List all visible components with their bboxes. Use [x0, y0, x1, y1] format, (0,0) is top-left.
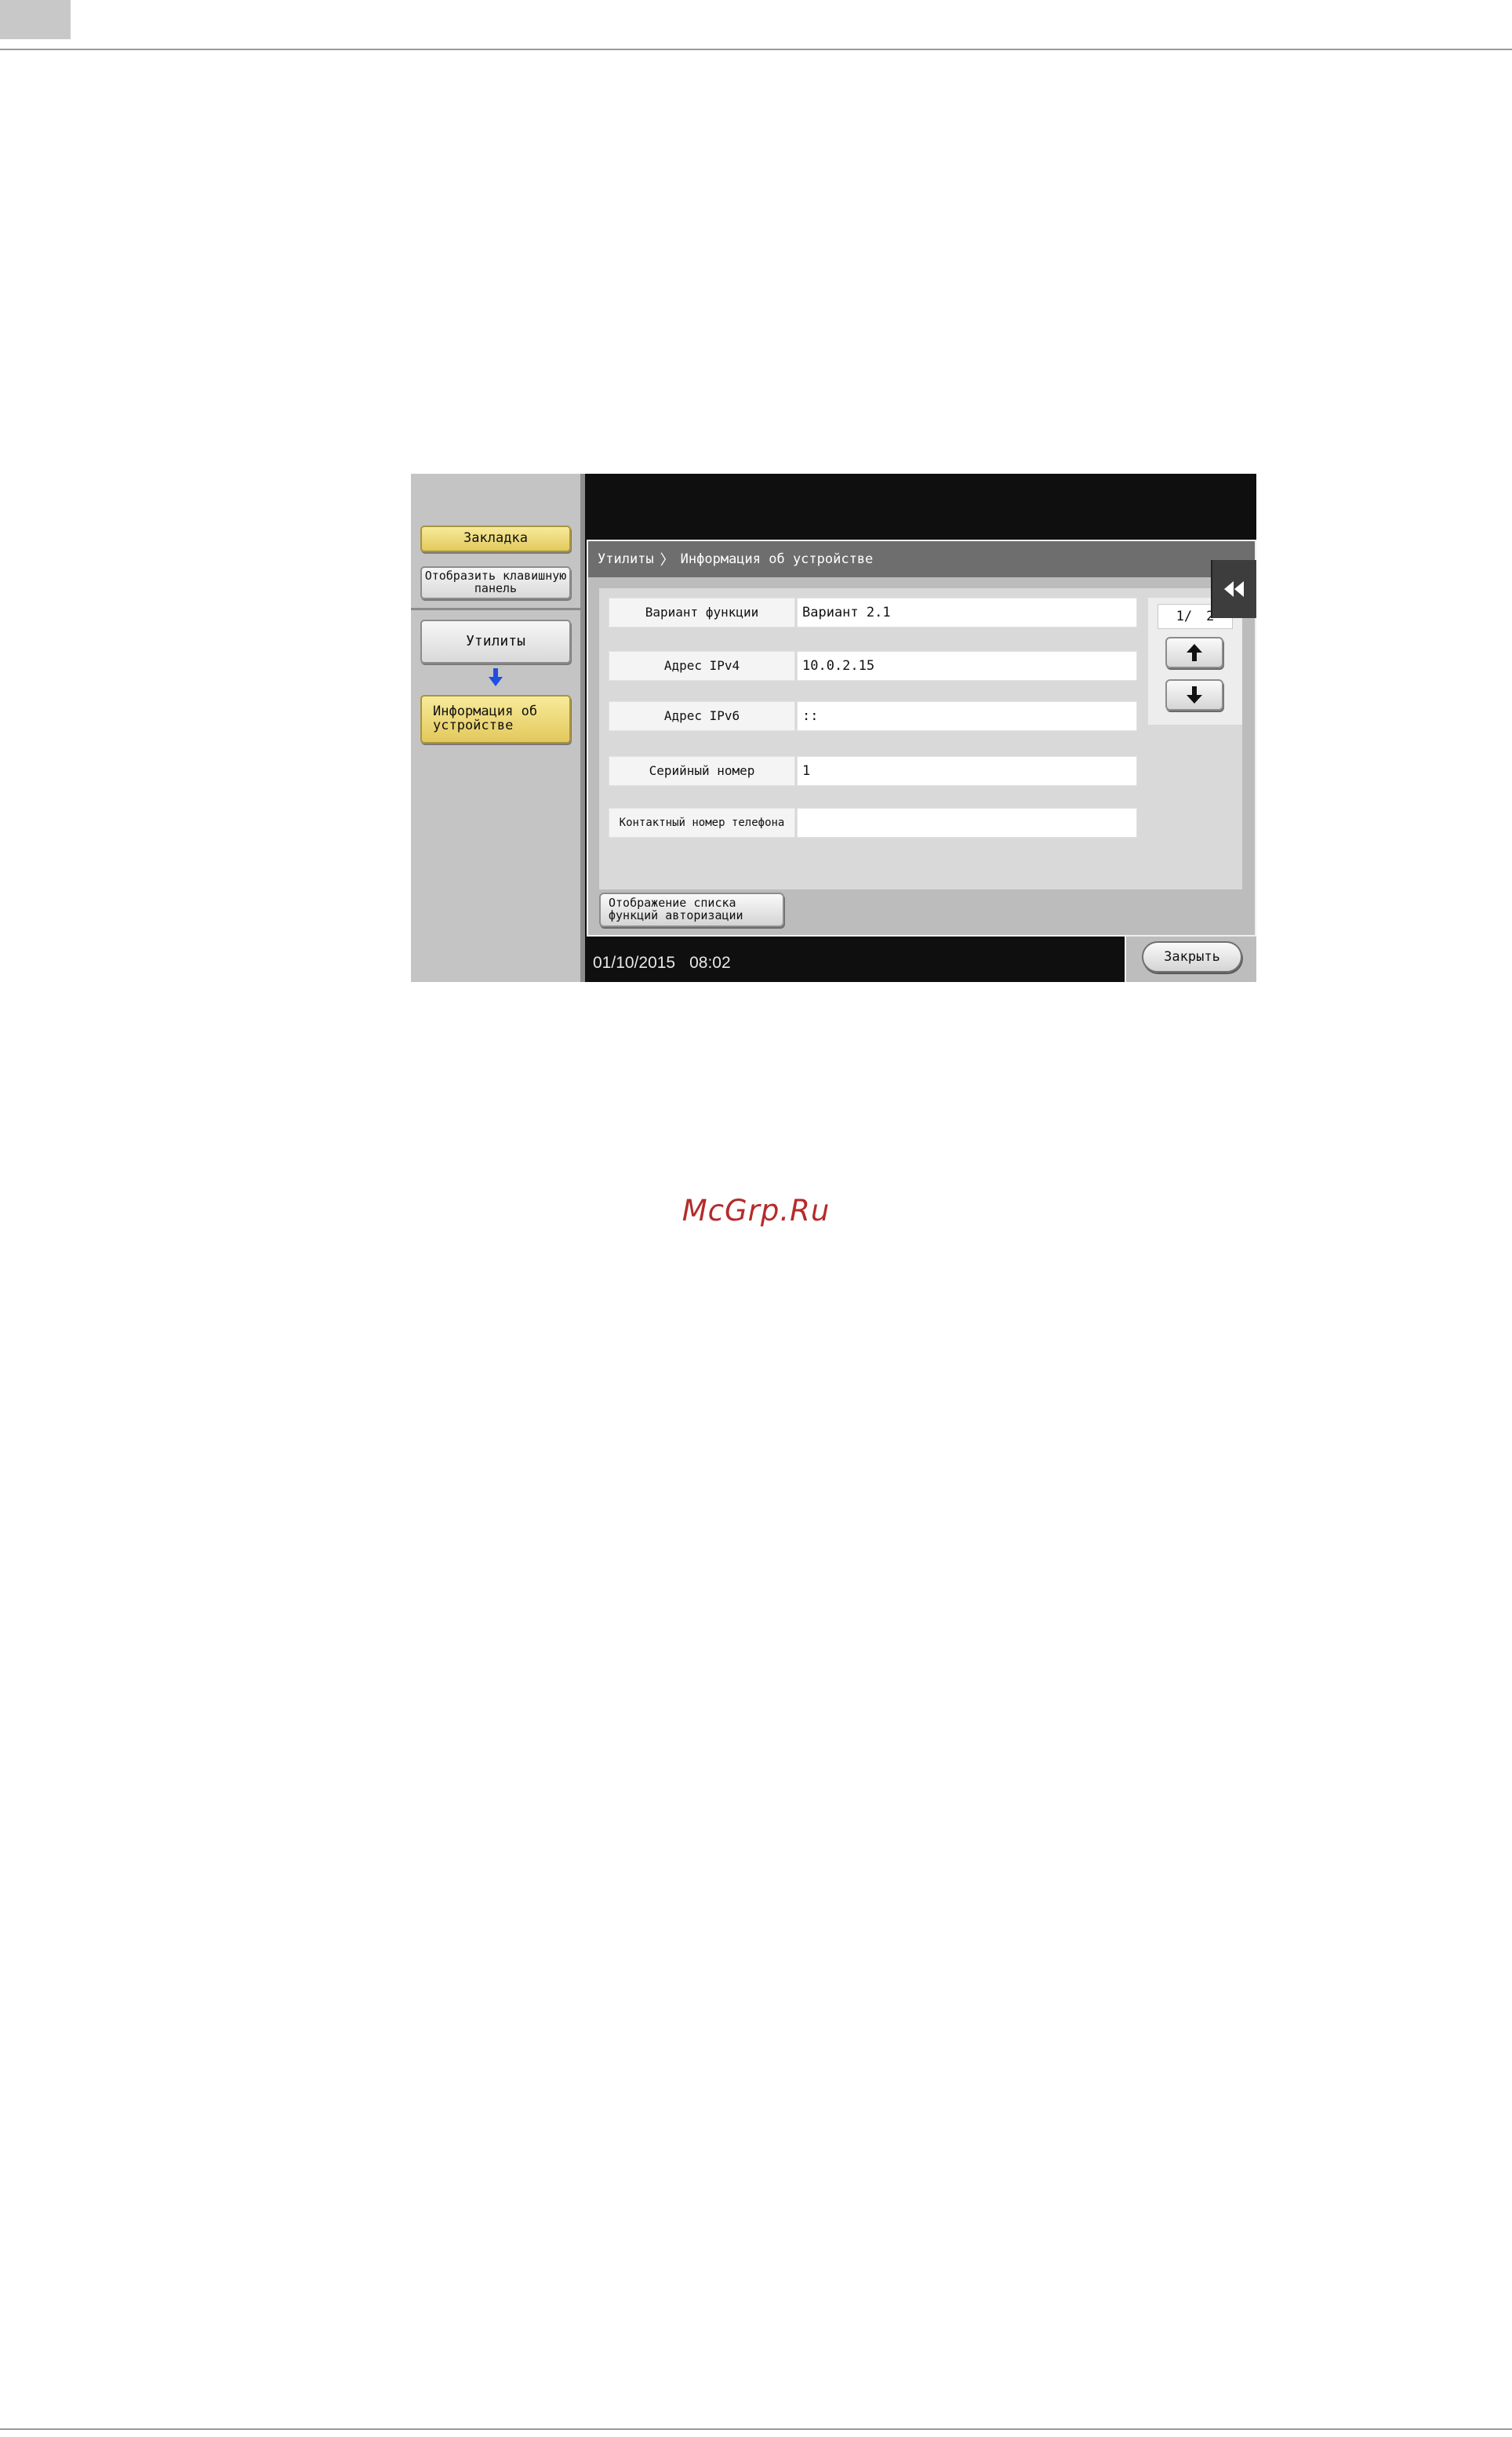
- info-row-value: Вариант 2.1: [797, 598, 1137, 627]
- collapse-panel-button[interactable]: [1211, 560, 1256, 618]
- content-frame: Утилиты 〉 Информация об устройстве Вариа…: [587, 540, 1256, 937]
- double-chevron-left-icon: [1224, 581, 1244, 597]
- breadcrumb-current: Информация об устройстве: [680, 551, 874, 567]
- status-time: 08:02: [689, 954, 731, 972]
- arrow-down-icon: [489, 668, 503, 686]
- left-column: Закладка Отобразить клавишную панель Ути…: [411, 474, 580, 982]
- header-rule: [0, 49, 1512, 50]
- info-row-value: [797, 808, 1137, 838]
- device-info-button[interactable]: Информация об устройстве: [420, 695, 571, 744]
- utilities-button[interactable]: Утилиты: [420, 620, 571, 664]
- info-row-label: Адрес IPv6: [609, 701, 795, 731]
- show-keyboard-button[interactable]: Отобразить клавишную панель: [420, 566, 571, 599]
- page-up-button[interactable]: [1165, 637, 1223, 668]
- arrow-up-icon: [1187, 644, 1202, 661]
- page-current: 1/: [1176, 609, 1193, 624]
- breadcrumb-separator-icon: 〉: [660, 552, 674, 569]
- sidebar-divider: [411, 608, 580, 610]
- status-bar: 01/10/2015 08:02: [585, 944, 1126, 982]
- info-row-value: ::: [797, 701, 1137, 731]
- info-row-label: Адрес IPv4: [609, 651, 795, 681]
- status-date: 01/10/2015: [593, 954, 676, 972]
- control-panel-screen: Закладка Отобразить клавишную панель Ути…: [411, 474, 1256, 982]
- info-row-value: 1: [797, 756, 1137, 786]
- device-info-panel: Вариант функции Вариант 2.1 Адрес IPv4 1…: [599, 588, 1242, 889]
- page-down-button[interactable]: [1165, 679, 1223, 711]
- info-row-value: 10.0.2.15: [797, 651, 1137, 681]
- close-button[interactable]: Закрыть: [1142, 941, 1242, 973]
- info-row-label: Серийный номер: [609, 756, 795, 786]
- info-row-label: Вариант функции: [609, 598, 795, 627]
- bookmark-button[interactable]: Закладка: [420, 526, 571, 552]
- breadcrumb: Утилиты 〉 Информация об устройстве: [588, 541, 1255, 577]
- arrow-down-icon: [1187, 686, 1202, 704]
- footer-rule: [0, 2428, 1512, 2430]
- info-row-label: Контактный номер телефона: [609, 808, 795, 838]
- auth-functions-list-button[interactable]: Отображение списка функций авторизации: [599, 893, 784, 927]
- watermark: McGrp.Ru: [681, 1194, 831, 1228]
- close-tab: Закрыть: [1125, 935, 1256, 982]
- page-corner-tab: [0, 0, 71, 39]
- breadcrumb-root[interactable]: Утилиты: [598, 551, 654, 567]
